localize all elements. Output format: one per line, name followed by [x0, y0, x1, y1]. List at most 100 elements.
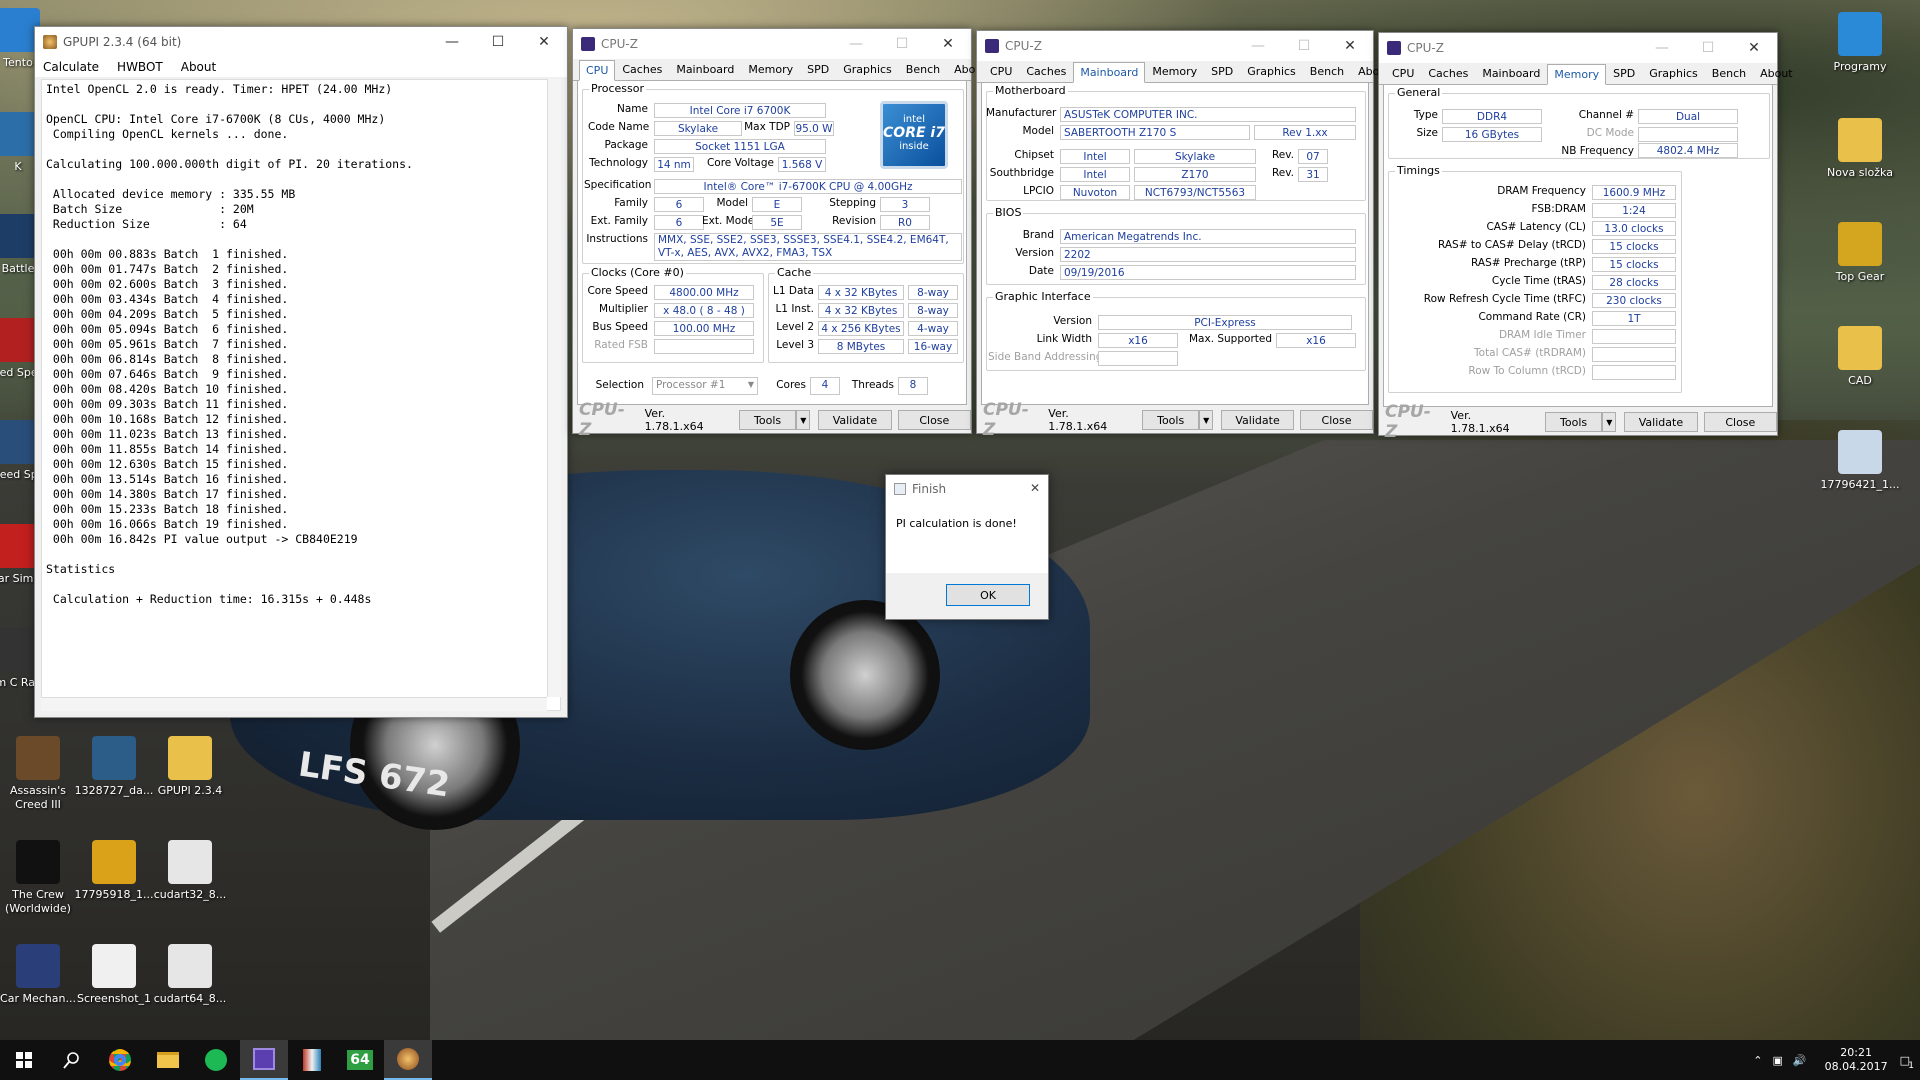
gpupi-taskbar-icon[interactable] — [384, 1040, 432, 1080]
gpupi-titlebar[interactable]: GPUPI 2.3.4 (64 bit) — ☐ ✕ — [35, 27, 567, 57]
search-icon[interactable] — [48, 1040, 96, 1080]
tab-mainboard[interactable]: Mainboard — [669, 59, 741, 80]
gpupi-window[interactable]: GPUPI 2.3.4 (64 bit) — ☐ ✕ Calculate HWB… — [34, 26, 568, 718]
tools-dropdown-icon[interactable]: ▼ — [1602, 412, 1617, 432]
tab-graphics[interactable]: Graphics — [836, 59, 899, 80]
close-icon[interactable]: ✕ — [521, 27, 567, 57]
desktop-icon[interactable]: 17795918_1... — [74, 840, 154, 902]
tab-memory[interactable]: Memory — [741, 59, 800, 80]
close-button[interactable]: Close — [897, 410, 971, 430]
tab-bench[interactable]: Bench — [899, 59, 947, 80]
desktop-icon[interactable]: Nova složka — [1820, 118, 1900, 180]
tab-graphics[interactable]: Graphics — [1240, 61, 1303, 82]
file-explorer-icon[interactable] — [144, 1040, 192, 1080]
mem-channel-value: Dual — [1638, 109, 1738, 124]
desktop-icon[interactable]: cudart64_8... — [150, 944, 230, 1006]
minimize-icon[interactable]: — — [1235, 31, 1281, 61]
desktop-icon[interactable]: Car Mechan... — [0, 944, 78, 1006]
tools-button[interactable]: Tools — [1544, 412, 1603, 432]
tab-bench[interactable]: Bench — [1705, 63, 1753, 84]
validate-button[interactable]: Validate — [818, 410, 892, 430]
tab-caches[interactable]: Caches — [1421, 63, 1475, 84]
tab-spd[interactable]: SPD — [1204, 61, 1240, 82]
tab-about[interactable]: About — [1753, 63, 1800, 84]
horizontal-scrollbar[interactable] — [41, 697, 547, 711]
validate-button[interactable]: Validate — [1221, 410, 1295, 430]
notification-icon[interactable]: □ 1 — [1900, 1054, 1914, 1071]
timing-label: Total CAS# (tRDRAM) — [1474, 347, 1586, 359]
tab-cpu[interactable]: CPU — [983, 61, 1019, 82]
minimize-icon[interactable]: — — [429, 27, 475, 57]
tab-memory[interactable]: Memory — [1145, 61, 1204, 82]
tools-dropdown-icon[interactable]: ▼ — [1199, 410, 1214, 430]
maximize-icon[interactable]: ☐ — [1685, 33, 1731, 63]
minimize-icon[interactable]: — — [833, 29, 879, 59]
volume-icon[interactable]: 🔊 — [1793, 1054, 1807, 1067]
desktop-icon[interactable]: Top Gear — [1820, 222, 1900, 284]
cpuz-taskbar-icon[interactable] — [240, 1040, 288, 1080]
tab-mainboard[interactable]: Mainboard — [1073, 62, 1146, 83]
close-button[interactable]: Close — [1703, 412, 1777, 432]
ok-button[interactable]: OK — [946, 584, 1030, 606]
menu-about[interactable]: About — [181, 60, 216, 74]
cpu-stepping-value: 3 — [880, 197, 930, 212]
desktop-icon[interactable]: 1328727_da... — [74, 736, 154, 798]
tab-bench[interactable]: Bench — [1303, 61, 1351, 82]
tab-spd[interactable]: SPD — [800, 59, 836, 80]
validate-button[interactable]: Validate — [1624, 412, 1698, 432]
desktop-icon[interactable]: The Crew (Worldwide) — [0, 840, 78, 916]
close-button[interactable]: Close — [1300, 410, 1374, 430]
tab-caches[interactable]: Caches — [1019, 61, 1073, 82]
desktop-icon[interactable]: CAD — [1820, 326, 1900, 388]
tools-button[interactable]: Tools — [738, 410, 797, 430]
vertical-scrollbar[interactable] — [547, 79, 561, 697]
close-icon[interactable]: ✕ — [925, 29, 971, 59]
gpupi-output-console[interactable]: Intel OpenCL 2.0 is ready. Timer: HPET (… — [41, 79, 561, 711]
desktop-icon[interactable]: Programy — [1820, 12, 1900, 74]
tab-cpu[interactable]: CPU — [579, 60, 616, 81]
chevron-up-icon[interactable]: ⌃ — [1753, 1054, 1762, 1067]
menu-hwbot[interactable]: HWBOT — [117, 60, 163, 74]
maximize-icon[interactable]: ☐ — [1281, 31, 1327, 61]
network-icon[interactable]: ▣ — [1773, 1054, 1783, 1067]
desktop-icon[interactable]: Assassin's Creed III — [0, 736, 78, 812]
tab-graphics[interactable]: Graphics — [1642, 63, 1705, 84]
close-icon[interactable]: ✕ — [1030, 481, 1040, 495]
cpuz-titlebar[interactable]: CPU-Z — ☐ ✕ — [573, 29, 971, 59]
clock[interactable]: 20:21 08.04.2017 — [1825, 1046, 1888, 1074]
tab-caches[interactable]: Caches — [615, 59, 669, 80]
maximize-icon[interactable]: ☐ — [879, 29, 925, 59]
close-icon[interactable]: ✕ — [1327, 31, 1373, 61]
maximize-icon[interactable]: ☐ — [475, 27, 521, 57]
cpuz-cpu-window[interactable]: CPU-Z — ☐ ✕ CPU Caches Mainboard Memory … — [572, 28, 987, 440]
desktop-icon-label: Nova složka — [1827, 166, 1893, 179]
aida64-icon[interactable]: 64 — [336, 1040, 384, 1080]
link-width-value: x16 — [1098, 333, 1178, 348]
close-icon[interactable]: ✕ — [1731, 33, 1777, 63]
spotify-icon[interactable] — [192, 1040, 240, 1080]
tab-spd[interactable]: SPD — [1606, 63, 1642, 84]
tools-button[interactable]: Tools — [1142, 410, 1200, 430]
tab-cpu[interactable]: CPU — [1385, 63, 1421, 84]
cpuz-titlebar[interactable]: CPU-Z — ☐ ✕ — [1379, 33, 1777, 63]
multiplier-value: x 48.0 ( 8 - 48 ) — [654, 303, 754, 318]
menu-calculate[interactable]: Calculate — [43, 60, 99, 74]
dialog-titlebar[interactable]: Finish ✕ — [886, 475, 1048, 503]
cpuz-mainboard-window[interactable]: CPU-Z — ☐ ✕ CPU Caches Mainboard Memory … — [976, 30, 1391, 440]
cpuz-titlebar[interactable]: CPU-Z — ☐ ✕ — [977, 31, 1373, 61]
model-value: SABERTOOTH Z170 S — [1060, 125, 1250, 140]
desktop-icon[interactable]: cudart32_8... — [150, 840, 230, 902]
cpuz-memory-window[interactable]: CPU-Z — ☐ ✕ CPU Caches Mainboard Memory … — [1378, 32, 1793, 442]
minimize-icon[interactable]: — — [1639, 33, 1685, 63]
tab-memory[interactable]: Memory — [1547, 64, 1607, 85]
processor-select[interactable]: Processor #1 ▼ — [652, 377, 758, 395]
tools-dropdown-icon[interactable]: ▼ — [796, 410, 811, 430]
desktop-icon[interactable]: Screenshot_1 — [74, 944, 154, 1006]
app-taskbar-icon[interactable] — [288, 1040, 336, 1080]
desktop-icon[interactable]: 17796421_1... — [1820, 430, 1900, 492]
tab-mainboard[interactable]: Mainboard — [1475, 63, 1547, 84]
start-button[interactable] — [0, 1040, 48, 1080]
chrome-icon[interactable] — [96, 1040, 144, 1080]
desktop-icon[interactable]: GPUPI 2.3.4 — [150, 736, 230, 798]
finish-dialog[interactable]: Finish ✕ PI calculation is done! OK — [885, 474, 1049, 620]
